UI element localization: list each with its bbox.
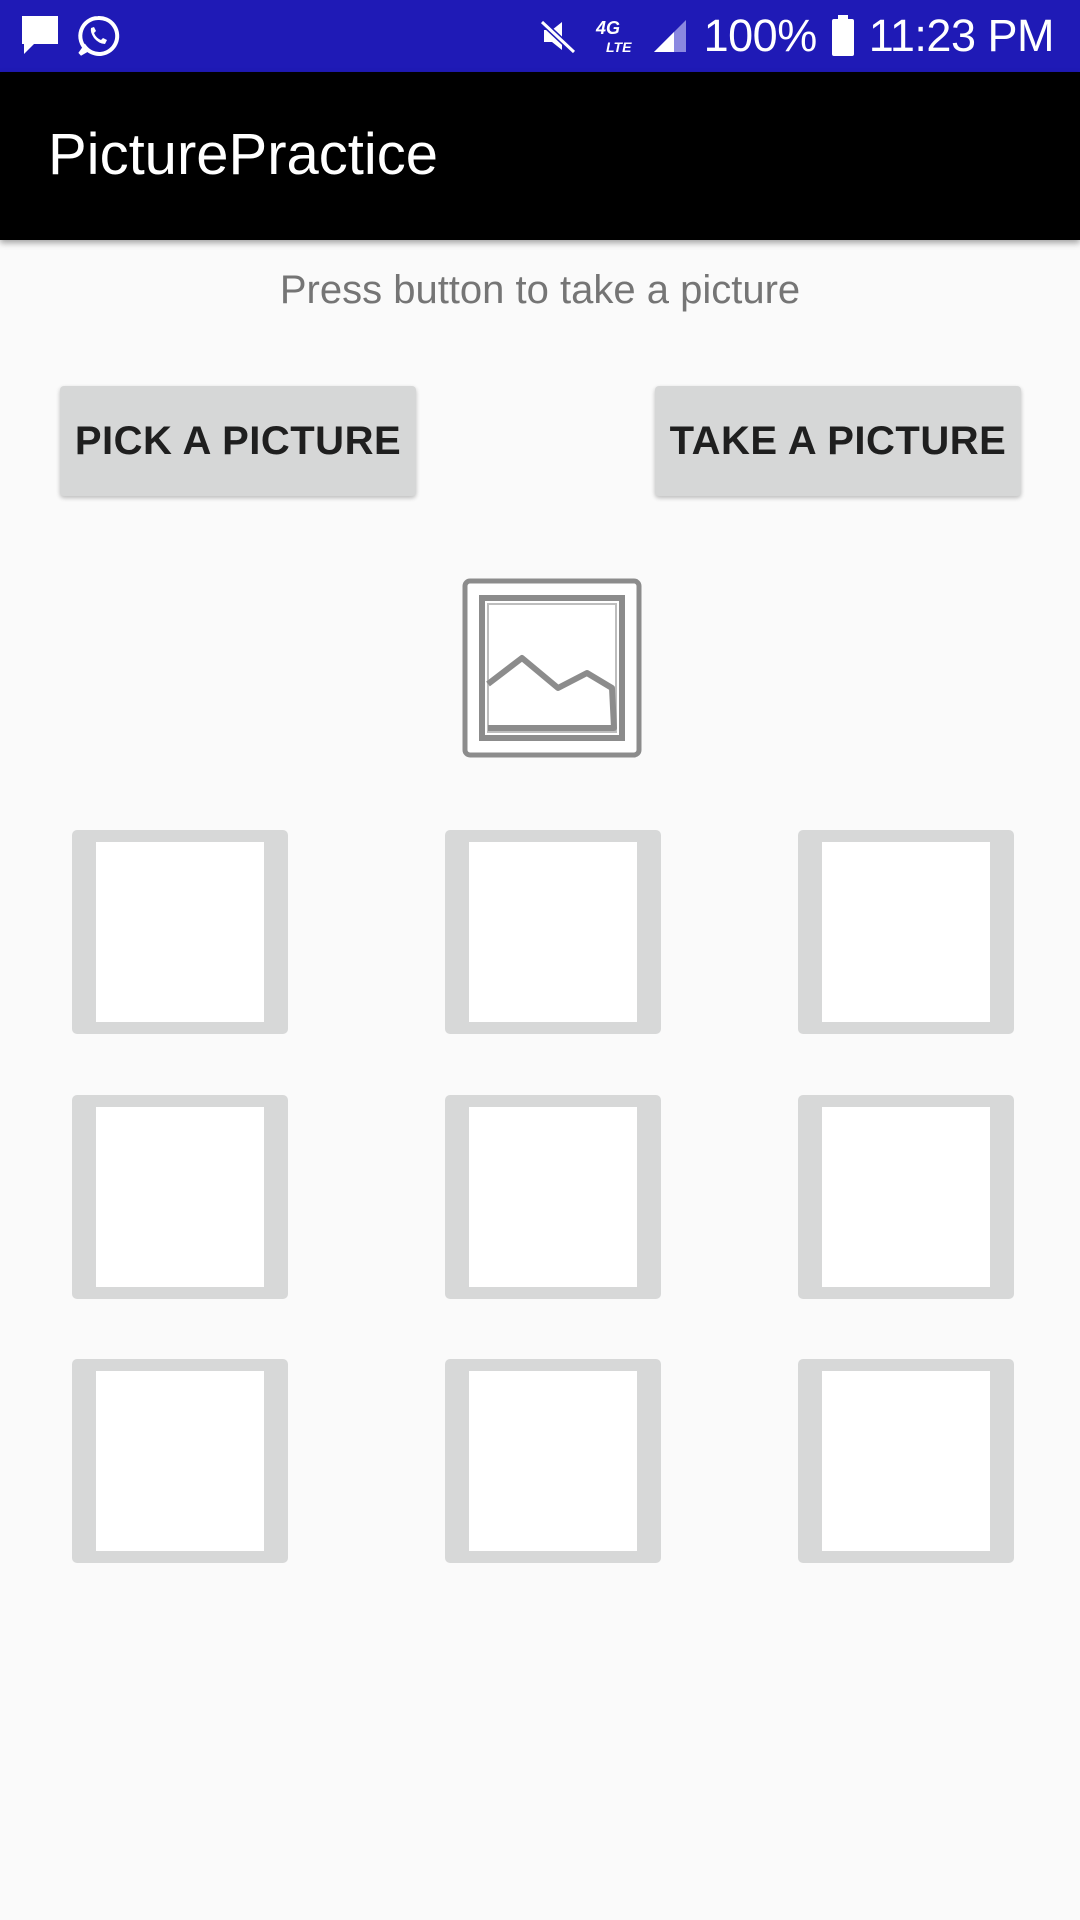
- message-icon: [22, 16, 58, 54]
- thumbnail-slot-5[interactable]: [445, 1095, 661, 1299]
- take-picture-button[interactable]: TAKE A PICTURE: [655, 386, 1021, 496]
- image-placeholder-icon: [462, 578, 642, 758]
- thumbnail-image-area: [822, 1371, 990, 1551]
- thumbnail-slot-8[interactable]: [445, 1359, 661, 1563]
- thumbnail-image-area: [96, 1371, 264, 1551]
- mute-icon: [539, 19, 576, 55]
- instruction-text: Press button to take a picture: [279, 268, 801, 312]
- pick-picture-button[interactable]: PICK A PICTURE: [60, 386, 416, 496]
- thumbnail-image-area: [469, 842, 637, 1022]
- status-bar-left: [20, 14, 120, 58]
- app-bar: PicturePractice: [0, 72, 1080, 240]
- clock: 11:23 PM: [868, 10, 1055, 61]
- battery-percent: 100%: [703, 10, 818, 61]
- thumbnail-slot-7[interactable]: [72, 1359, 288, 1563]
- thumbnail-image-area: [822, 842, 990, 1022]
- network-type-label: 4G: [595, 18, 620, 38]
- thumbnail-image-area: [469, 1371, 637, 1551]
- thumbnail-slot-2[interactable]: [445, 830, 661, 1034]
- thumbnail-slot-6[interactable]: [798, 1095, 1014, 1299]
- thumbnail-image-area: [96, 1107, 264, 1287]
- battery-icon: [831, 15, 854, 56]
- thumbnail-slot-3[interactable]: [798, 830, 1014, 1034]
- network-sub-label: LTE: [606, 39, 632, 55]
- thumbnail-image-area: [822, 1107, 990, 1287]
- thumbnail-slot-9[interactable]: [798, 1359, 1014, 1563]
- status-bar: 4G LTE 100% 11:23 PM: [0, 0, 1080, 72]
- status-bar-right: 4G LTE 100% 11:23 PM: [538, 0, 1055, 72]
- 4g-lte-icon: 4G LTE: [595, 18, 632, 55]
- thumbnail-slot-1[interactable]: [72, 830, 288, 1034]
- thumbnail-slot-4[interactable]: [72, 1095, 288, 1299]
- thumbnail-image-area: [96, 842, 264, 1022]
- app-title: PicturePractice: [48, 122, 439, 187]
- thumbnail-image-area: [469, 1107, 637, 1287]
- whatsapp-icon: [78, 15, 120, 56]
- signal-icon: [653, 20, 686, 52]
